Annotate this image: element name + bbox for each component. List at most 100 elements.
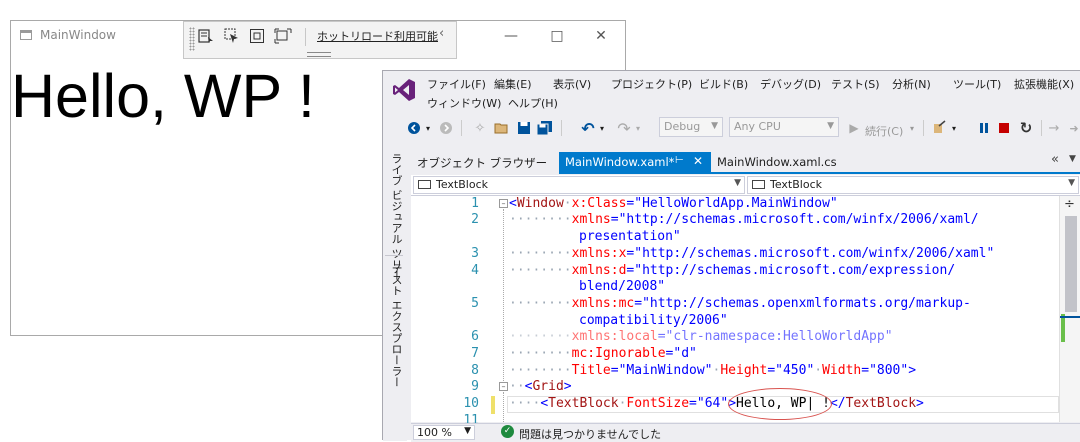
chevron-down-icon: ▼	[827, 121, 834, 131]
tab-object-browser[interactable]: オブジェクト ブラウザー	[411, 152, 553, 173]
diagnostic-dropdown-icon[interactable]: ▾	[949, 118, 959, 138]
menu-help[interactable]: ヘルプ(H)	[508, 95, 558, 111]
type-navigation-select[interactable]: TextBlock ▼	[413, 176, 745, 194]
side-tab-divider	[385, 255, 403, 256]
split-window-icon[interactable]: ÷	[1064, 197, 1075, 212]
solution-platform-select[interactable]: Any CPU ▼	[729, 117, 839, 137]
code-attribute: mc:Ignorable	[571, 346, 666, 361]
hot-reload-link[interactable]: ホットリロード利用可能	[317, 28, 438, 44]
live-visual-tree-tab[interactable]: ライブ ビジュアル ツリー	[388, 153, 404, 281]
solution-configuration-select[interactable]: Debug ▼	[659, 117, 723, 137]
forward-icon[interactable]	[437, 118, 455, 138]
tab-overflow-icon[interactable]: «	[1051, 152, 1059, 167]
maximize-icon[interactable]: □	[535, 21, 579, 51]
visual-studio-window: ファイル(F) 編集(E) 表示(V) プロジェクト(P) ビルド(B) デバッ…	[382, 70, 1080, 442]
code-line-1: <Window·x:Class="HelloWorldApp.MainWindo…	[509, 196, 838, 211]
collapse-window-icon[interactable]: –	[499, 199, 508, 208]
toolbar-handle[interactable]	[307, 52, 331, 57]
code-attribute: Width	[822, 363, 862, 378]
solution-configuration-value: Debug	[664, 120, 701, 133]
chevron-down-icon: ▼	[1068, 178, 1075, 188]
pin-icon[interactable]: ⊢	[675, 155, 684, 166]
code-line-4: ········xmlns:d="http://schemas.microsof…	[509, 263, 956, 278]
zoom-value: 100 %	[417, 426, 452, 439]
redo-dropdown-icon[interactable]: ▾	[633, 118, 643, 138]
save-icon[interactable]	[515, 118, 533, 138]
code-attribute: xmlns:x	[571, 246, 627, 261]
undo-icon[interactable]: ↶	[579, 118, 597, 138]
undo-dropdown-icon[interactable]: ▾	[597, 118, 607, 138]
select-element-icon[interactable]	[222, 26, 242, 46]
editor-status-bar: 100 % ▼ ✓ 問題は見つかりませんでした	[411, 423, 1080, 442]
code-attribute: xmlns:mc	[571, 296, 635, 311]
collapse-chevron-icon[interactable]: ‹	[439, 26, 444, 41]
tab-mainwindow-xaml[interactable]: MainWindow.xaml* ⊢ ✕	[559, 152, 711, 173]
save-all-icon[interactable]	[535, 118, 555, 138]
diagnostic-tools-icon[interactable]	[931, 118, 949, 138]
runtime-toolbar: ホットリロード利用可能 ‹	[183, 21, 457, 59]
close-icon[interactable]: ✕	[579, 21, 623, 51]
open-file-icon[interactable]	[493, 118, 511, 138]
menu-window[interactable]: ウィンドウ(W)	[427, 95, 501, 111]
line-number-gutter: 1 2 3 4 5 6 7 8 9 10 11	[411, 196, 479, 428]
wpf-window-title: MainWindow	[40, 28, 116, 42]
step-into-icon[interactable]: ➜	[1067, 118, 1080, 138]
menu-debug[interactable]: デバッグ(D)	[760, 76, 821, 92]
vertical-scrollbar[interactable]: ÷	[1059, 196, 1080, 422]
code-value: "800"	[869, 363, 909, 378]
menu-view[interactable]: 表示(V)	[553, 76, 591, 92]
menu-file[interactable]: ファイル(F)	[427, 76, 486, 92]
code-value: "HelloWorldApp.MainWindow"	[634, 196, 838, 211]
code-attribute: x:Class	[571, 196, 627, 211]
solution-platform-value: Any CPU	[734, 120, 781, 133]
pause-icon[interactable]	[977, 118, 991, 138]
stop-icon[interactable]	[997, 118, 1011, 138]
close-tab-icon[interactable]: ✕	[693, 154, 703, 168]
line-number: 1	[471, 196, 479, 211]
code-line-4-wrap: blend/2008"	[579, 279, 665, 294]
visual-studio-logo-icon[interactable]	[391, 77, 417, 103]
display-adorners-icon[interactable]	[247, 26, 267, 46]
toolbar-grip-icon[interactable]	[189, 27, 195, 51]
restart-icon[interactable]: ↻	[1018, 118, 1034, 138]
continue-dropdown-icon[interactable]: ▾	[907, 118, 917, 138]
menu-tools[interactable]: ツール(T)	[953, 76, 1001, 92]
line-number: 3	[471, 246, 479, 261]
code-value: "450"	[775, 363, 815, 378]
new-project-icon[interactable]: ✧	[471, 118, 489, 138]
tab-mainwindow-cs[interactable]: MainWindow.xaml.cs	[711, 152, 843, 173]
chevron-down-icon: ▼	[711, 121, 718, 131]
code-line-5: ········xmlns:mc="http://schemas.openxml…	[509, 296, 971, 311]
code-value: "http://schemas.microsoft.com/winfx/2006…	[634, 246, 995, 261]
member-navigation-select[interactable]: TextBlock ▼	[747, 176, 1079, 194]
code-value: presentation"	[579, 229, 681, 244]
track-focus-icon[interactable]	[273, 26, 293, 46]
redo-icon[interactable]: ↷	[615, 118, 633, 138]
line-number: 7	[471, 346, 479, 361]
code-line-3: ········xmlns:x="http://schemas.microsof…	[509, 246, 995, 261]
menu-analyze[interactable]: 分析(N)	[892, 76, 931, 92]
menu-edit[interactable]: 編集(E)	[494, 76, 532, 92]
show-next-statement-icon[interactable]: →	[1047, 118, 1061, 138]
code-line-6: ········xmlns:local="clr-namespace:Hello…	[509, 329, 893, 344]
minimize-icon[interactable]: —	[489, 21, 533, 51]
code-editor[interactable]: 1 2 3 4 5 6 7 8 9 10 11 – – <Window·x:Cl…	[411, 196, 1080, 428]
back-dropdown-icon[interactable]: ▾	[423, 118, 433, 138]
menu-extensions[interactable]: 拡張機能(X)	[1014, 76, 1074, 92]
line-number: 10	[463, 396, 479, 411]
side-tool-strip: ライブ ビジュアル ツリー テスト エクスプローラー	[383, 151, 407, 441]
collapse-grid-icon[interactable]: –	[499, 382, 508, 391]
go-to-live-tree-icon[interactable]	[196, 26, 216, 46]
scrollbar-thumb[interactable]	[1065, 216, 1077, 312]
tab-list-dropdown-icon[interactable]: ▼	[1069, 154, 1076, 164]
code-value: "d"	[673, 346, 697, 361]
menu-test[interactable]: テスト(S)	[831, 76, 880, 92]
continue-play-icon[interactable]: ▶	[847, 118, 861, 138]
continue-button[interactable]: 続行(C)	[865, 123, 903, 139]
test-explorer-tab[interactable]: テスト エクスプローラー	[388, 263, 404, 388]
back-icon[interactable]	[405, 118, 423, 138]
code-line-9: ··<Grid>	[509, 379, 572, 394]
menu-build[interactable]: ビルド(B)	[699, 76, 748, 92]
zoom-select[interactable]: 100 % ▼	[413, 425, 475, 440]
menu-project[interactable]: プロジェクト(P)	[611, 76, 692, 92]
